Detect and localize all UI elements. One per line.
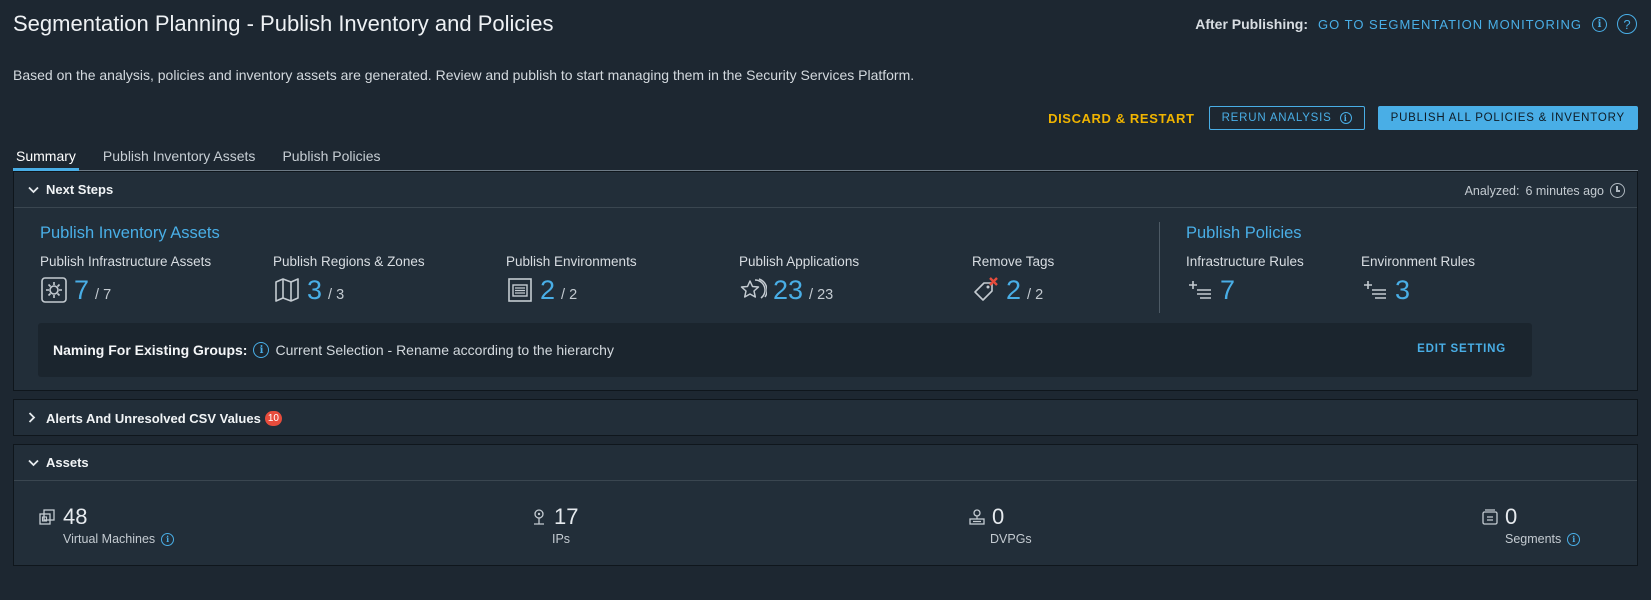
alerts-title: Alerts And Unresolved CSV Values	[46, 410, 261, 426]
vm-icon	[39, 509, 55, 525]
asset-label: Virtual Machines	[63, 532, 156, 546]
assets-header[interactable]: Assets	[14, 445, 1637, 481]
naming-existing-groups: Naming For Existing Groups: i Current Se…	[38, 323, 1532, 377]
metric-infrastructure-rules: Infrastructure Rules 7	[1186, 254, 1304, 304]
metric-value[interactable]: 2	[1006, 276, 1021, 304]
metric-label: Infrastructure Rules	[1186, 254, 1304, 269]
help-icon[interactable]: ?	[1617, 14, 1637, 34]
metric-value[interactable]: 3	[307, 276, 322, 304]
metric-value[interactable]: 2	[540, 276, 555, 304]
metric-environments: Publish Environments 2 / 2	[506, 254, 637, 304]
naming-label: Naming For Existing Groups:	[53, 342, 248, 358]
after-publishing-label: After Publishing:	[1195, 16, 1309, 32]
info-icon[interactable]: i	[161, 532, 175, 546]
tab-bar: Summary Publish Inventory Assets Publish…	[13, 137, 1638, 171]
inventory-section-title[interactable]: Publish Inventory Assets	[40, 224, 220, 243]
metric-environment-rules: Environment Rules 3	[1361, 254, 1475, 304]
metric-label: Publish Applications	[739, 254, 860, 269]
asset-label: IPs	[552, 532, 571, 546]
asset-dvpgs: 0 DVPGs	[968, 504, 1032, 546]
metric-total: / 23	[809, 287, 834, 303]
naming-value: Current Selection - Rename according to …	[275, 342, 614, 358]
go-to-monitoring-link[interactable]: GO TO SEGMENTATION MONITORING	[1318, 17, 1582, 32]
section-divider	[1159, 222, 1160, 313]
metric-label: Publish Regions & Zones	[273, 254, 425, 269]
add-rule-icon	[1189, 281, 1211, 299]
asset-value[interactable]: 0	[1505, 504, 1517, 530]
edit-setting-button[interactable]: EDIT SETTING	[1417, 343, 1506, 355]
metric-infrastructure-assets: Publish Infrastructure Assets 7 / 7	[40, 254, 211, 304]
metric-remove-tags: Remove Tags 2 / 2	[972, 254, 1054, 304]
metric-total: / 2	[1027, 287, 1044, 303]
metric-value[interactable]: 7	[1220, 276, 1235, 304]
metric-label: Publish Environments	[506, 254, 637, 269]
asset-ips: 17 IPs	[530, 504, 578, 546]
analyzed-label: Analyzed:	[1464, 183, 1520, 198]
metric-value[interactable]: 7	[74, 276, 89, 304]
next-steps-header[interactable]: Next Steps Analyzed: 6 minutes ago	[14, 172, 1637, 208]
next-steps-panel: Next Steps Analyzed: 6 minutes ago Publi…	[13, 171, 1638, 391]
metric-total: / 7	[95, 287, 112, 303]
metric-value[interactable]: 3	[1395, 276, 1410, 304]
rerun-analysis-button[interactable]: RERUN ANALYSIS i	[1208, 106, 1365, 130]
after-publishing: After Publishing: GO TO SEGMENTATION MON…	[1195, 14, 1637, 34]
publish-all-button[interactable]: PUBLISH ALL POLICIES & INVENTORY	[1377, 106, 1638, 130]
alerts-header[interactable]: Alerts And Unresolved CSV Values 10	[14, 400, 1637, 436]
asset-value[interactable]: 17	[554, 504, 578, 530]
tab-publish-policies[interactable]: Publish Policies	[279, 137, 383, 170]
clock-icon[interactable]	[1610, 183, 1625, 198]
page-description: Based on the analysis, policies and inve…	[13, 67, 915, 83]
asset-segments: 0 Segments i	[1481, 504, 1581, 546]
gear-box-icon	[41, 277, 67, 303]
info-icon[interactable]: i	[253, 342, 270, 358]
asset-label: DVPGs	[990, 532, 1032, 546]
metric-value[interactable]: 23	[773, 276, 803, 304]
chevron-right-icon	[28, 411, 42, 426]
metric-total: / 2	[561, 287, 578, 303]
remove-tag-icon	[974, 277, 998, 301]
applications-icon	[740, 278, 767, 299]
chevron-down-icon	[28, 455, 42, 470]
asset-virtual-machines: 48 Virtual Machines i	[39, 504, 175, 546]
dvpg-icon	[969, 509, 985, 525]
segment-icon	[1482, 509, 1498, 525]
discard-restart-button[interactable]: DISCARD & RESTART	[1047, 111, 1195, 126]
tab-publish-inventory-assets[interactable]: Publish Inventory Assets	[100, 137, 259, 170]
chevron-down-icon	[28, 182, 42, 197]
info-icon: i	[1339, 112, 1352, 124]
page-title: Segmentation Planning - Publish Inventor…	[13, 11, 554, 36]
environment-icon	[508, 278, 532, 302]
metric-label: Remove Tags	[972, 254, 1055, 269]
info-icon[interactable]: i	[1567, 532, 1581, 546]
metric-regions-zones: Publish Regions & Zones 3 / 3	[273, 254, 425, 304]
assets-panel: Assets 48 Virtual Machines i 17 IPs 0 DV…	[13, 444, 1638, 566]
ip-icon	[534, 509, 544, 525]
policies-section-title[interactable]: Publish Policies	[1186, 224, 1302, 243]
metric-label: Publish Infrastructure Assets	[40, 254, 212, 269]
metric-applications: Publish Applications 23 / 23	[739, 254, 859, 304]
add-rule-icon	[1364, 281, 1386, 299]
action-bar: DISCARD & RESTART RERUN ANALYSIS i PUBLI…	[1047, 106, 1638, 130]
assets-title: Assets	[46, 455, 89, 470]
alerts-count-badge: 10	[264, 410, 282, 426]
rerun-analysis-label: RERUN ANALYSIS	[1221, 112, 1332, 124]
analyzed-value: 6 minutes ago	[1525, 183, 1604, 198]
info-icon[interactable]: i	[1592, 16, 1607, 32]
asset-value[interactable]: 48	[63, 504, 87, 530]
asset-value[interactable]: 0	[992, 504, 1004, 530]
analyzed-status: Analyzed: 6 minutes ago	[1465, 183, 1625, 198]
tab-summary[interactable]: Summary	[13, 137, 79, 171]
map-icon	[275, 278, 299, 302]
metric-label: Environment Rules	[1361, 254, 1476, 269]
alerts-panel: Alerts And Unresolved CSV Values 10	[13, 399, 1638, 436]
asset-label: Segments	[1505, 532, 1562, 546]
metric-total: / 3	[328, 287, 345, 303]
next-steps-title: Next Steps	[46, 182, 114, 197]
